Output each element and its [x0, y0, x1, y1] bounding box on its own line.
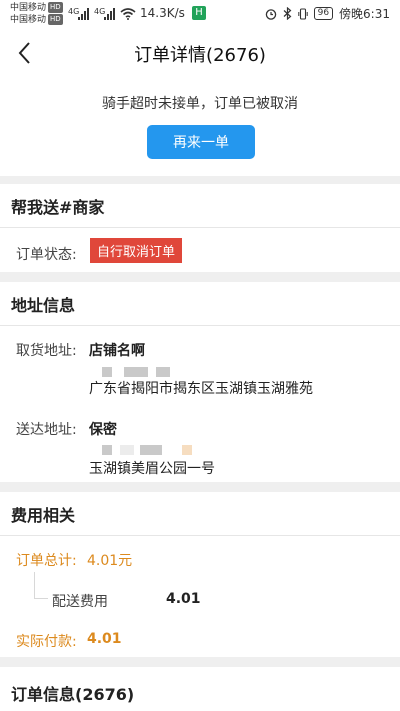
clock: 傍晚6:31	[339, 7, 390, 21]
notice-message: 骑手超时未接单，订单已被取消	[102, 96, 298, 112]
service-type-title: 帮我送#商家	[11, 198, 105, 217]
paid-label: 实际付款:	[16, 634, 77, 650]
wifi-icon	[120, 8, 136, 20]
delivery-fee-label: 配送费用	[52, 594, 108, 610]
alarm-icon	[265, 8, 276, 20]
cancel-notice: 骑手超时未接单，订单已被取消 再来一单	[0, 76, 400, 176]
status-bar: 中国移动 HD 中国移动 HD 4G 4G 14.3K/s H 96 傍晚6:31	[0, 0, 400, 30]
app-notification-icon: H	[192, 6, 206, 20]
fees-section-title: 费用相关	[11, 506, 76, 525]
nav-bar: 订单详情(2676)	[0, 30, 400, 76]
paid-value: 4.01	[87, 631, 122, 647]
order-info-title: 订单信息(2676)	[11, 685, 135, 704]
battery-indicator: 96	[313, 7, 334, 20]
pickup-address: 广东省揭阳市揭东区玉湖镇玉湖雅苑	[89, 381, 313, 397]
delivery-fee-value: 4.01	[166, 591, 201, 607]
status-badge: 自行取消订单	[90, 238, 183, 263]
total-label: 订单总计:	[16, 553, 77, 569]
carrier-2: 中国移动 HD	[10, 14, 63, 25]
network-speed: 14.3K/s	[140, 6, 185, 20]
signal-icon-2	[104, 8, 116, 20]
page-title: 订单详情(2676)	[134, 45, 266, 66]
vibrate-icon	[297, 7, 308, 20]
fees-card: 费用相关 订单总计: 4.01元 配送费用 4.01 实际付款: 4.01	[0, 492, 400, 657]
redacted-phone-2	[102, 445, 112, 455]
order-status-card: 帮我送#商家 订单状态: 自行取消订单	[0, 184, 400, 272]
total-value: 4.01元	[87, 553, 133, 569]
reorder-button[interactable]: 再来一单	[147, 125, 255, 159]
address-section-title: 地址信息	[11, 296, 76, 315]
delivery-name: 保密	[89, 422, 117, 438]
status-label: 订单状态:	[16, 247, 77, 263]
bluetooth-icon	[283, 7, 292, 20]
pickup-name: 店铺名啊	[89, 343, 145, 359]
pickup-label: 取货地址:	[16, 343, 77, 359]
signal-icon	[78, 8, 90, 20]
address-card: 地址信息 取货地址: 店铺名啊 广东省揭阳市揭东区玉湖镇玉湖雅苑 送达地址: 保…	[0, 282, 400, 482]
order-info-card: 订单信息(2676)	[0, 667, 400, 711]
carrier-1: 中国移动 HD	[10, 2, 63, 13]
redacted-phone	[102, 367, 112, 377]
delivery-address: 玉湖镇美眉公园一号	[89, 461, 215, 477]
delivery-label: 送达地址:	[16, 422, 77, 438]
